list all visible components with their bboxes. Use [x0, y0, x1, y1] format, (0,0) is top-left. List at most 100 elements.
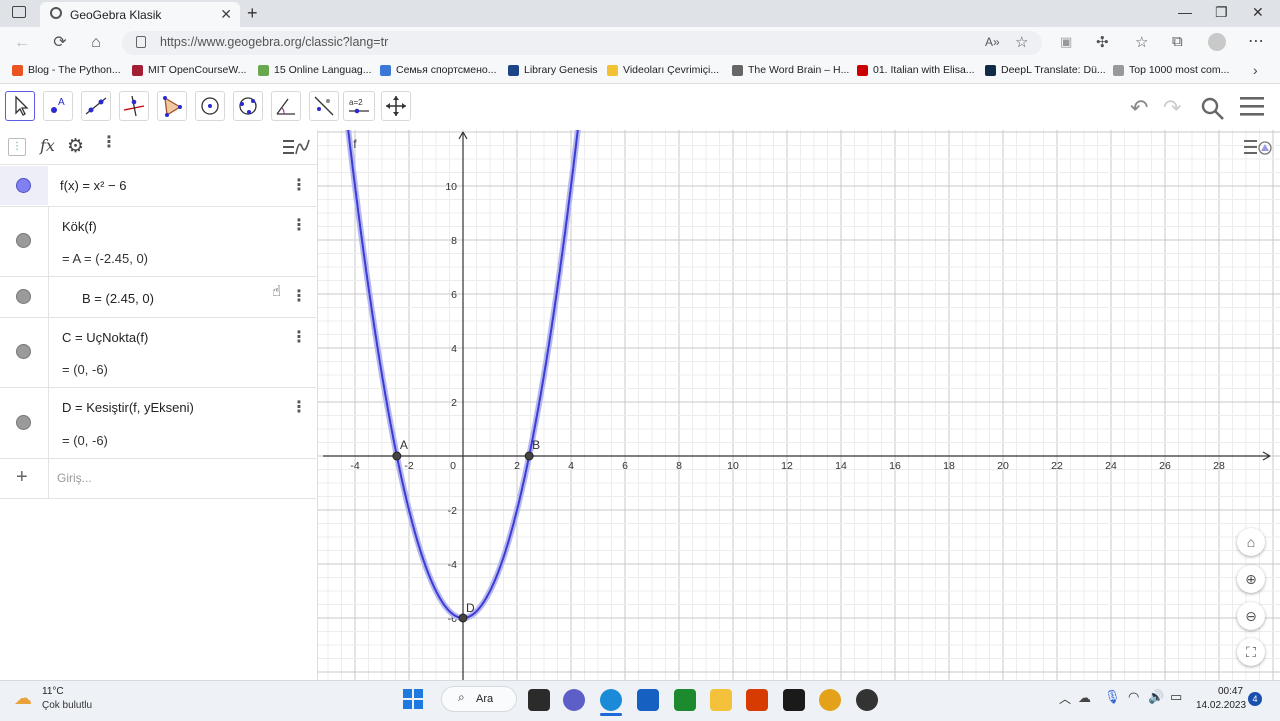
- bookmark-item[interactable]: The Word Brain – H...: [732, 64, 849, 76]
- bookmark-item[interactable]: MIT OpenCourseW...: [132, 64, 246, 76]
- puzzle-icon[interactable]: ✣: [1096, 33, 1109, 51]
- y-tick-label: 6: [451, 289, 457, 301]
- weather-temp[interactable]: 11°C: [42, 686, 64, 697]
- xbox-icon[interactable]: [674, 689, 696, 711]
- visibility-toggle-d[interactable]: [16, 415, 31, 430]
- visibility-toggle-a[interactable]: [16, 233, 31, 248]
- zoom-in-icon[interactable]: ⊕: [1237, 565, 1265, 593]
- row-menu-icon[interactable]: ⋮: [291, 289, 307, 305]
- browser-menu-icon[interactable]: ⋯: [1248, 31, 1264, 51]
- perpendicular-line-tool-icon[interactable]: [119, 91, 149, 121]
- profile-avatar[interactable]: [1208, 33, 1226, 51]
- slider-tool-icon[interactable]: a=2: [343, 91, 375, 121]
- undo-icon[interactable]: ↶: [1130, 95, 1148, 121]
- battery-icon[interactable]: ▭: [1170, 689, 1182, 705]
- graphics-view[interactable]: -4 -2 0 2 4 6 8 10 12 14 16 18 20 22 24 26 28 10 8 6 4 2 -2 -4-…: [318, 130, 1280, 680]
- algebra-menu-icon[interactable]: ⋮: [101, 135, 117, 151]
- office-icon[interactable]: [746, 689, 768, 711]
- bookmark-item[interactable]: Blog - The Python...: [12, 64, 121, 76]
- move-graphics-view-tool-icon[interactable]: [381, 91, 411, 121]
- window-close-icon[interactable]: ✕: [1252, 4, 1264, 21]
- roots-command[interactable]: Kök(f): [62, 219, 97, 234]
- settings-gear-icon[interactable]: ⚙: [67, 135, 84, 158]
- refresh-icon[interactable]: ⟳: [50, 33, 70, 53]
- row-menu-icon[interactable]: ⋮: [291, 400, 307, 416]
- row-menu-icon[interactable]: ⋮: [291, 330, 307, 346]
- favorites-icon[interactable]: ☆: [1135, 33, 1148, 51]
- row-menu-icon[interactable]: ⋮: [291, 178, 307, 194]
- redo-icon[interactable]: ↷: [1163, 95, 1181, 121]
- back-icon[interactable]: ←: [12, 33, 32, 53]
- windows-start-icon[interactable]: [402, 688, 424, 710]
- onedrive-icon[interactable]: ☁: [1078, 690, 1091, 706]
- file-explorer-icon[interactable]: [710, 689, 732, 711]
- graphics-toggle-icon[interactable]: [283, 137, 311, 162]
- bookmark-favicon-icon: [985, 64, 996, 76]
- search-icon[interactable]: [1200, 96, 1226, 127]
- fx-icon[interactable]: fx: [40, 136, 55, 155]
- polygon-tool-icon[interactable]: [157, 91, 187, 121]
- move-tool-icon[interactable]: [5, 91, 35, 121]
- pycharm-icon[interactable]: [783, 689, 805, 711]
- url-text[interactable]: https://www.geogebra.org/classic?lang=tr: [160, 35, 388, 49]
- zoom-out-icon[interactable]: ⊖: [1237, 602, 1265, 630]
- function-definition[interactable]: f(x) = x² − 6: [60, 178, 126, 193]
- weather-icon[interactable]: ☁: [14, 688, 32, 709]
- visibility-toggle-f[interactable]: [16, 178, 31, 193]
- geogebra-toolbar: [0, 84, 1280, 131]
- clock-date[interactable]: 14.02.2023: [1196, 700, 1246, 711]
- edge-icon[interactable]: [600, 689, 622, 711]
- favorite-star-icon[interactable]: ☆: [1015, 33, 1028, 51]
- angle-tool-icon[interactable]: [271, 91, 301, 121]
- microphone-icon[interactable]: 🎙: [1104, 689, 1121, 705]
- reflect-tool-icon[interactable]: [309, 91, 339, 121]
- teams-chat-icon[interactable]: [563, 689, 585, 711]
- style-bar-toggle-icon[interactable]: [1244, 136, 1274, 163]
- point-tool-icon[interactable]: A: [43, 91, 73, 121]
- read-aloud-icon[interactable]: A»: [985, 35, 1000, 49]
- wifi-icon[interactable]: ◠: [1128, 689, 1139, 705]
- bookmark-item[interactable]: Top 1000 most com...: [1113, 64, 1229, 76]
- bookmarks-more-icon[interactable]: ›: [1253, 62, 1258, 78]
- visibility-toggle-b[interactable]: [16, 289, 31, 304]
- visibility-toggle-c[interactable]: [16, 344, 31, 359]
- circle-three-points-tool-icon[interactable]: [233, 91, 263, 121]
- weather-desc[interactable]: Çok bulutlu: [42, 700, 92, 711]
- github-icon[interactable]: [856, 689, 878, 711]
- bookmark-item[interactable]: Семья спортсмено...: [380, 64, 497, 76]
- intersect-command[interactable]: D = Kesiştir(f, yEkseni): [62, 400, 194, 415]
- bookmark-item[interactable]: Library Genesis: [508, 64, 598, 76]
- line-tool-icon[interactable]: [81, 91, 111, 121]
- fullscreen-icon[interactable]: ⛶: [1237, 638, 1265, 666]
- extension-icon[interactable]: ▣: [1060, 34, 1072, 50]
- main-menu-icon[interactable]: [1240, 96, 1266, 123]
- tab-actions-icon[interactable]: [12, 6, 26, 18]
- home-icon[interactable]: ⌂: [86, 33, 106, 53]
- task-view-icon[interactable]: [528, 689, 550, 711]
- minimize-icon[interactable]: —: [1178, 4, 1192, 20]
- new-tab-button[interactable]: +: [247, 3, 258, 24]
- standard-view-home-icon[interactable]: ⌂: [1237, 528, 1265, 556]
- notification-badge[interactable]: 4: [1248, 692, 1262, 706]
- maximize-icon[interactable]: ❐: [1215, 4, 1228, 21]
- lock-icon[interactable]: [136, 36, 146, 48]
- tab-close-icon[interactable]: ✕: [220, 6, 232, 23]
- extremum-command[interactable]: C = UçNokta(f): [62, 330, 148, 345]
- store-icon[interactable]: [637, 689, 659, 711]
- add-item-icon[interactable]: +: [16, 466, 28, 489]
- graphics-canvas[interactable]: -4 -2 0 2 4 6 8 10 12 14 16 18 20 22 24 26 28108642-2-4-…: [318, 130, 1280, 680]
- algebra-view-toggle-icon[interactable]: ⋮: [8, 138, 26, 156]
- circle-tool-icon[interactable]: [195, 91, 225, 121]
- bookmark-item[interactable]: DeepL Translate: Dü...: [985, 64, 1106, 76]
- input-bar[interactable]: Giriş...: [57, 471, 92, 485]
- bookmark-item[interactable]: 01. Italian with Elisa...: [857, 64, 975, 76]
- bookmark-item[interactable]: 15 Online Languag...: [258, 64, 372, 76]
- row-menu-icon[interactable]: ⋮: [291, 218, 307, 234]
- show-hidden-icons-icon[interactable]: ︿: [1059, 690, 1071, 707]
- collections-icon[interactable]: ⧉: [1172, 33, 1183, 50]
- clock-time[interactable]: 00:47: [1218, 686, 1243, 697]
- bookmark-item[interactable]: Videoları Çevrimiçi...: [607, 64, 719, 76]
- volume-icon[interactable]: 🔊: [1148, 689, 1164, 705]
- chrome-icon[interactable]: [819, 689, 841, 711]
- browser-tab[interactable]: GeoGebra Klasik ✕: [40, 2, 240, 27]
